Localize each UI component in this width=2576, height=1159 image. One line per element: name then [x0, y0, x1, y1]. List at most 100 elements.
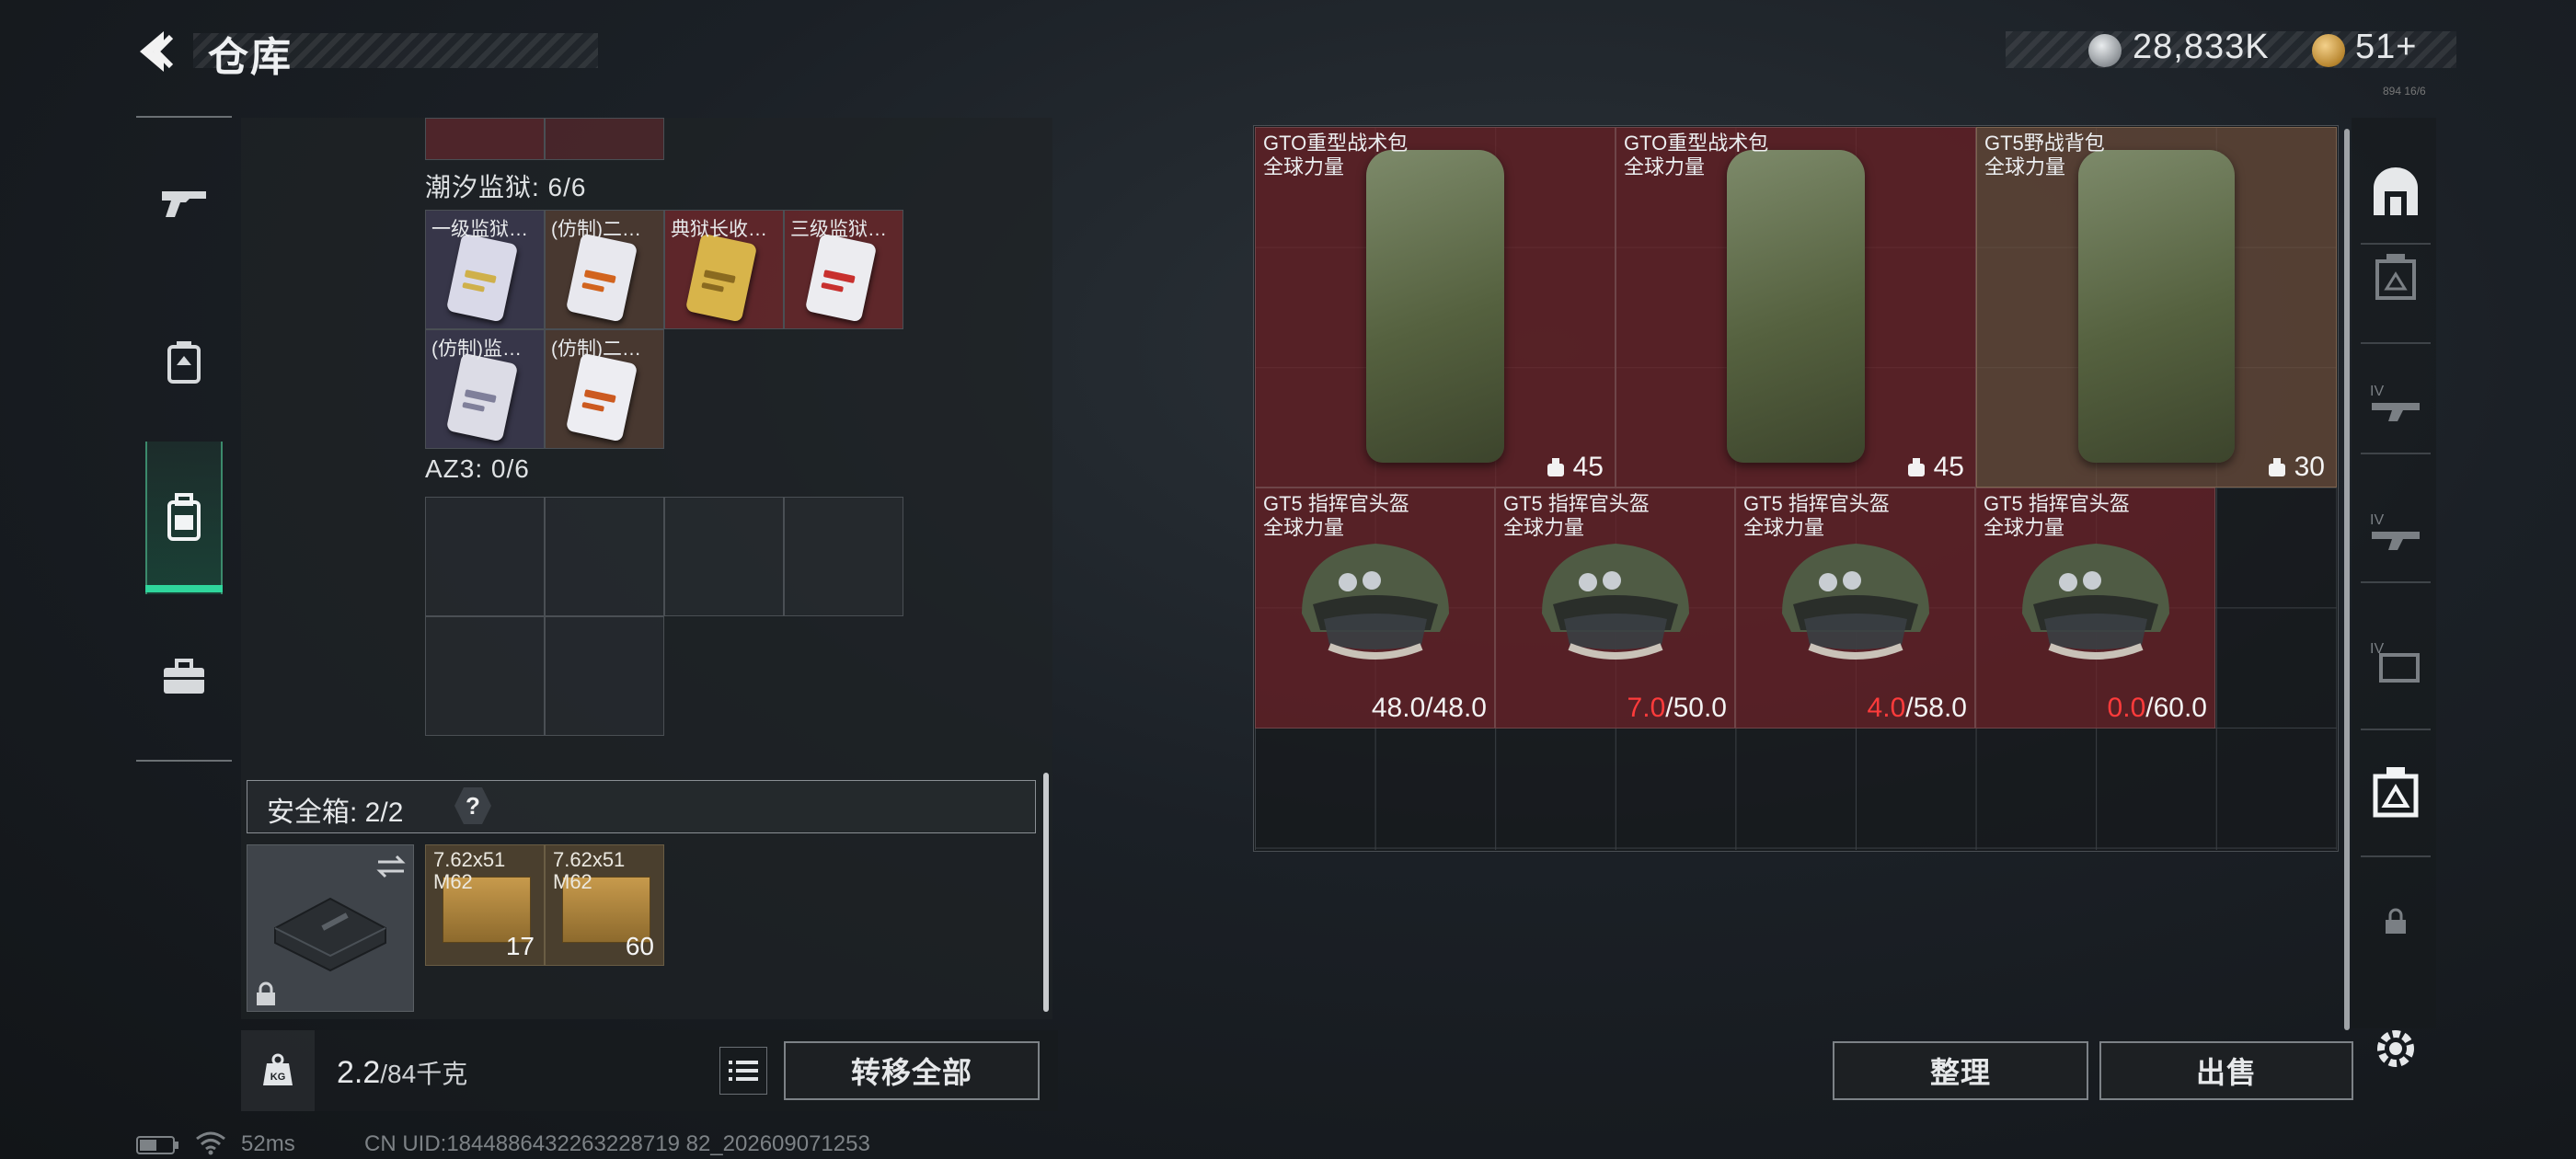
durability-current: 48.0	[1371, 693, 1426, 723]
toolbox-icon[interactable]	[147, 640, 221, 714]
helmet-icon	[1542, 544, 1689, 660]
section-label-az3: AZ3: 0/6	[425, 454, 530, 483]
partial-item-cell[interactable]	[545, 118, 664, 160]
swap-icon[interactable]	[374, 853, 408, 880]
safe-case-slot[interactable]	[247, 844, 414, 1012]
capacity-readout: 45	[1546, 452, 1604, 483]
weight-icon: KG	[241, 1030, 315, 1111]
item-faction: 全球力量	[1743, 516, 1825, 539]
durability-current: 0.0	[2107, 693, 2146, 723]
gun-icon[interactable]	[147, 166, 221, 239]
ammo-type: M62	[553, 870, 592, 893]
card-label: (仿制)二…	[551, 339, 641, 360]
section-label-chaoxi: 潮汐监狱: 6/6	[425, 173, 587, 201]
nav-separator	[2361, 453, 2431, 454]
item-name: GT5野战背包	[1984, 132, 2105, 155]
ammo-box-cell[interactable]: 7.62x51 M62 17	[425, 844, 545, 966]
card-label: 典狱长收…	[671, 219, 767, 240]
item-faction: 全球力量	[1503, 516, 1585, 539]
item-faction: 全球力量	[1984, 516, 2065, 539]
item-faction: 全球力量	[1624, 155, 1706, 178]
empty-slot[interactable]	[784, 497, 903, 616]
empty-slot[interactable]	[425, 497, 545, 616]
empty-slot[interactable]	[545, 497, 664, 616]
keycard-icon	[804, 233, 878, 323]
right-scrollbar[interactable]	[2344, 129, 2350, 1030]
card-label: 三级监狱…	[790, 219, 887, 240]
helmet-item[interactable]: GT5 指挥官头盔 全球力量 0.0/60.0	[1975, 488, 2215, 729]
backpack-item[interactable]: GT5野战背包 全球力量 30	[1976, 127, 2337, 488]
helmet-item[interactable]: GT5 指挥官头盔 全球力量 48.0/48.0	[1255, 488, 1495, 729]
sell-button[interactable]: 出售	[2099, 1041, 2353, 1100]
settings-icon[interactable]	[2363, 1016, 2429, 1082]
partial-item-cell[interactable]	[425, 118, 545, 160]
prison-card-cell[interactable]: 三级监狱…	[784, 210, 903, 329]
capacity-value: 45	[1572, 452, 1604, 482]
bag-tag-icon[interactable]	[147, 324, 221, 397]
lock-icon	[257, 981, 275, 1005]
item-label: GT5 指挥官头盔 全球力量	[1743, 492, 1890, 540]
item-name: GT5 指挥官头盔	[1263, 492, 1409, 515]
list-view-button[interactable]	[719, 1047, 767, 1095]
silver-coin-icon	[2088, 34, 2122, 67]
capacity-icon	[2268, 458, 2285, 476]
durability-readout: 48.0/48.0	[1372, 693, 1487, 724]
item-faction: 全球力量	[1263, 155, 1345, 178]
durability-current: 7.0	[1627, 693, 1666, 723]
sort-button[interactable]: 整理	[1833, 1041, 2088, 1100]
item-name: GTO重型战术包	[1624, 132, 1769, 155]
ammo-box-cell[interactable]: 7.62x51 M62 60	[545, 844, 664, 966]
prison-card-cell[interactable]: (仿制)二…	[545, 329, 664, 449]
prison-card-cell[interactable]: (仿制)二…	[545, 210, 664, 329]
helmet-item[interactable]: GT5 指挥官头盔 全球力量 7.0/50.0	[1495, 488, 1735, 729]
capacity-value: 30	[2294, 452, 2325, 482]
empty-slot[interactable]	[664, 497, 784, 616]
durability-readout: 0.0/60.0	[2108, 693, 2207, 724]
armor-icon[interactable]	[2363, 158, 2429, 224]
backpack-icon	[1366, 150, 1504, 463]
iv-folder-icon[interactable]: IV	[2363, 625, 2429, 692]
prison-card-cell[interactable]: (仿制)监…	[425, 329, 545, 449]
left-scrollbar[interactable]	[1043, 773, 1049, 1012]
backpack-item[interactable]: GTO重型战术包 全球力量 45	[1255, 127, 1616, 488]
gold-amount[interactable]: 51+	[2355, 28, 2417, 67]
card-label: 一级监狱…	[431, 219, 528, 240]
back-arrow-icon[interactable]	[129, 24, 184, 79]
ammo-caliber: 7.62x51	[433, 848, 506, 871]
item-name: GT5 指挥官头盔	[1984, 492, 2130, 515]
left-nav-top-line	[136, 116, 232, 118]
iv-rifle-icon[interactable]: IV	[2363, 368, 2429, 434]
backpack-icon	[1727, 150, 1865, 463]
ammo-caliber: 7.62x51	[553, 848, 626, 871]
item-label: GT5 指挥官头盔 全球力量	[1503, 492, 1650, 540]
empty-slot[interactable]	[545, 616, 664, 736]
item-label: GT5野战背包 全球力量	[1984, 132, 2105, 179]
durability-max: /60.0	[2145, 693, 2207, 723]
card-label: (仿制)监…	[431, 339, 522, 360]
silver-amount: 28,833K	[2133, 28, 2270, 66]
backpack-icon[interactable]	[147, 480, 221, 554]
vest-active-icon[interactable]	[2363, 760, 2429, 826]
transfer-all-button[interactable]: 转移全部	[784, 1041, 1040, 1100]
svg-text:IV: IV	[2370, 384, 2384, 399]
empty-slot[interactable]	[425, 616, 545, 736]
capacity-icon	[1907, 458, 1925, 476]
item-label: GTO重型战术包 全球力量	[1263, 132, 1408, 179]
tiny-tag: 894 16/6	[2383, 85, 2426, 98]
iv-rifle-icon-2[interactable]: IV	[2363, 497, 2429, 563]
vest-icon[interactable]	[2363, 245, 2429, 311]
safe-case-icon	[274, 897, 386, 972]
prison-card-cell[interactable]: 一级监狱…	[425, 210, 545, 329]
svg-text:IV: IV	[2370, 512, 2384, 528]
lock-icon[interactable]	[2363, 889, 2429, 955]
helmet-item[interactable]: GT5 指挥官头盔 全球力量 4.0/58.0	[1735, 488, 1975, 729]
backpack-icon	[2078, 150, 2235, 463]
prison-card-cell[interactable]: 典狱长收…	[664, 210, 784, 329]
durability-max: /50.0	[1665, 693, 1727, 723]
keycard-icon	[445, 233, 519, 323]
nav-separator	[2361, 342, 2431, 344]
durability-max: /48.0	[1425, 693, 1487, 723]
helmet-icon	[2022, 544, 2169, 660]
left-nav-active-bar	[145, 585, 223, 592]
backpack-item[interactable]: GTO重型战术包 全球力量 45	[1616, 127, 1976, 488]
